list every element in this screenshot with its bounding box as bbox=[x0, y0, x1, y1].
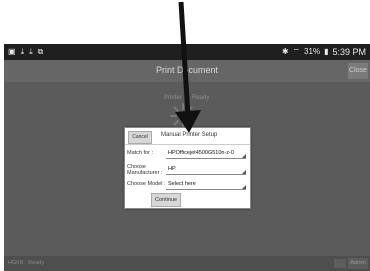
model-value: Select here bbox=[168, 181, 196, 187]
model-select[interactable]: Select here bbox=[166, 179, 246, 190]
bluetooth-icon: ✱ bbox=[281, 47, 289, 56]
ready-label: Ready bbox=[192, 95, 210, 101]
image-icon: ▣ bbox=[8, 47, 16, 56]
app-header: Print Document Close bbox=[4, 60, 370, 82]
continue-button[interactable]: Continue bbox=[151, 193, 181, 207]
cancel-button[interactable]: Cancel bbox=[128, 131, 152, 144]
battery-icon: ▮ bbox=[324, 47, 329, 56]
bottom-bar: HGKB : Ready Admin bbox=[4, 256, 370, 271]
printer-status: HGKB : Ready bbox=[8, 260, 45, 266]
manufacturer-label-line2: Manufacturer : bbox=[127, 170, 163, 176]
dropdown-caret-icon bbox=[242, 154, 246, 158]
close-button[interactable]: Close bbox=[348, 63, 368, 79]
dialog-title: Manual Printer Setup bbox=[161, 132, 218, 138]
model-label: Choose Model : bbox=[127, 181, 166, 187]
dialog-header: Cancel Manual Printer Setup bbox=[125, 128, 250, 145]
printer-label: Printer bbox=[164, 95, 182, 101]
match-for-row: Match for : HPOfficejet4500G510n-z-0 bbox=[125, 147, 250, 160]
match-for-label: Match for : bbox=[127, 150, 153, 156]
wifi-icon: ⌔ bbox=[292, 47, 301, 56]
download-icon: ⤓ bbox=[29, 47, 33, 56]
match-for-select[interactable]: HPOfficejet4500G510n-z-0 bbox=[166, 148, 246, 159]
status-right: ✱ ⌔ 31% ▮ 5:39 PM bbox=[282, 44, 366, 60]
match-for-value: HPOfficejet4500G510n-z-0 bbox=[168, 150, 234, 156]
cast-icon: ⧉ bbox=[37, 47, 44, 56]
status-left-icons: ▣ ⤓ ⤓ ⧉ bbox=[8, 44, 43, 60]
manufacturer-value: HP bbox=[168, 166, 176, 172]
loading-spinner-icon bbox=[170, 103, 196, 129]
manual-printer-setup-dialog: Cancel Manual Printer Setup Match for : … bbox=[124, 127, 251, 209]
disabled-button bbox=[334, 259, 346, 268]
dropdown-caret-icon bbox=[242, 185, 246, 189]
download-icon: ⤓ bbox=[20, 47, 25, 56]
clock: 5:39 PM bbox=[332, 47, 366, 57]
model-row: Choose Model : Select here bbox=[125, 178, 250, 191]
dropdown-caret-icon bbox=[242, 170, 246, 174]
battery-percent: 31% bbox=[304, 47, 321, 56]
manufacturer-row: Choose Manufacturer : HP bbox=[125, 161, 250, 177]
page-title: Print Document bbox=[155, 65, 219, 75]
manufacturer-label: Choose Manufacturer : bbox=[127, 164, 162, 176]
admin-button[interactable]: Admin bbox=[348, 258, 368, 269]
status-bar: ▣ ⤓ ⤓ ⧉ ✱ ⌔ 31% ▮ 5:39 PM bbox=[4, 44, 370, 60]
tablet-screen: ▣ ⤓ ⤓ ⧉ ✱ ⌔ 31% ▮ 5:39 PM Print Document… bbox=[4, 44, 370, 271]
manufacturer-select[interactable]: HP bbox=[166, 164, 246, 175]
